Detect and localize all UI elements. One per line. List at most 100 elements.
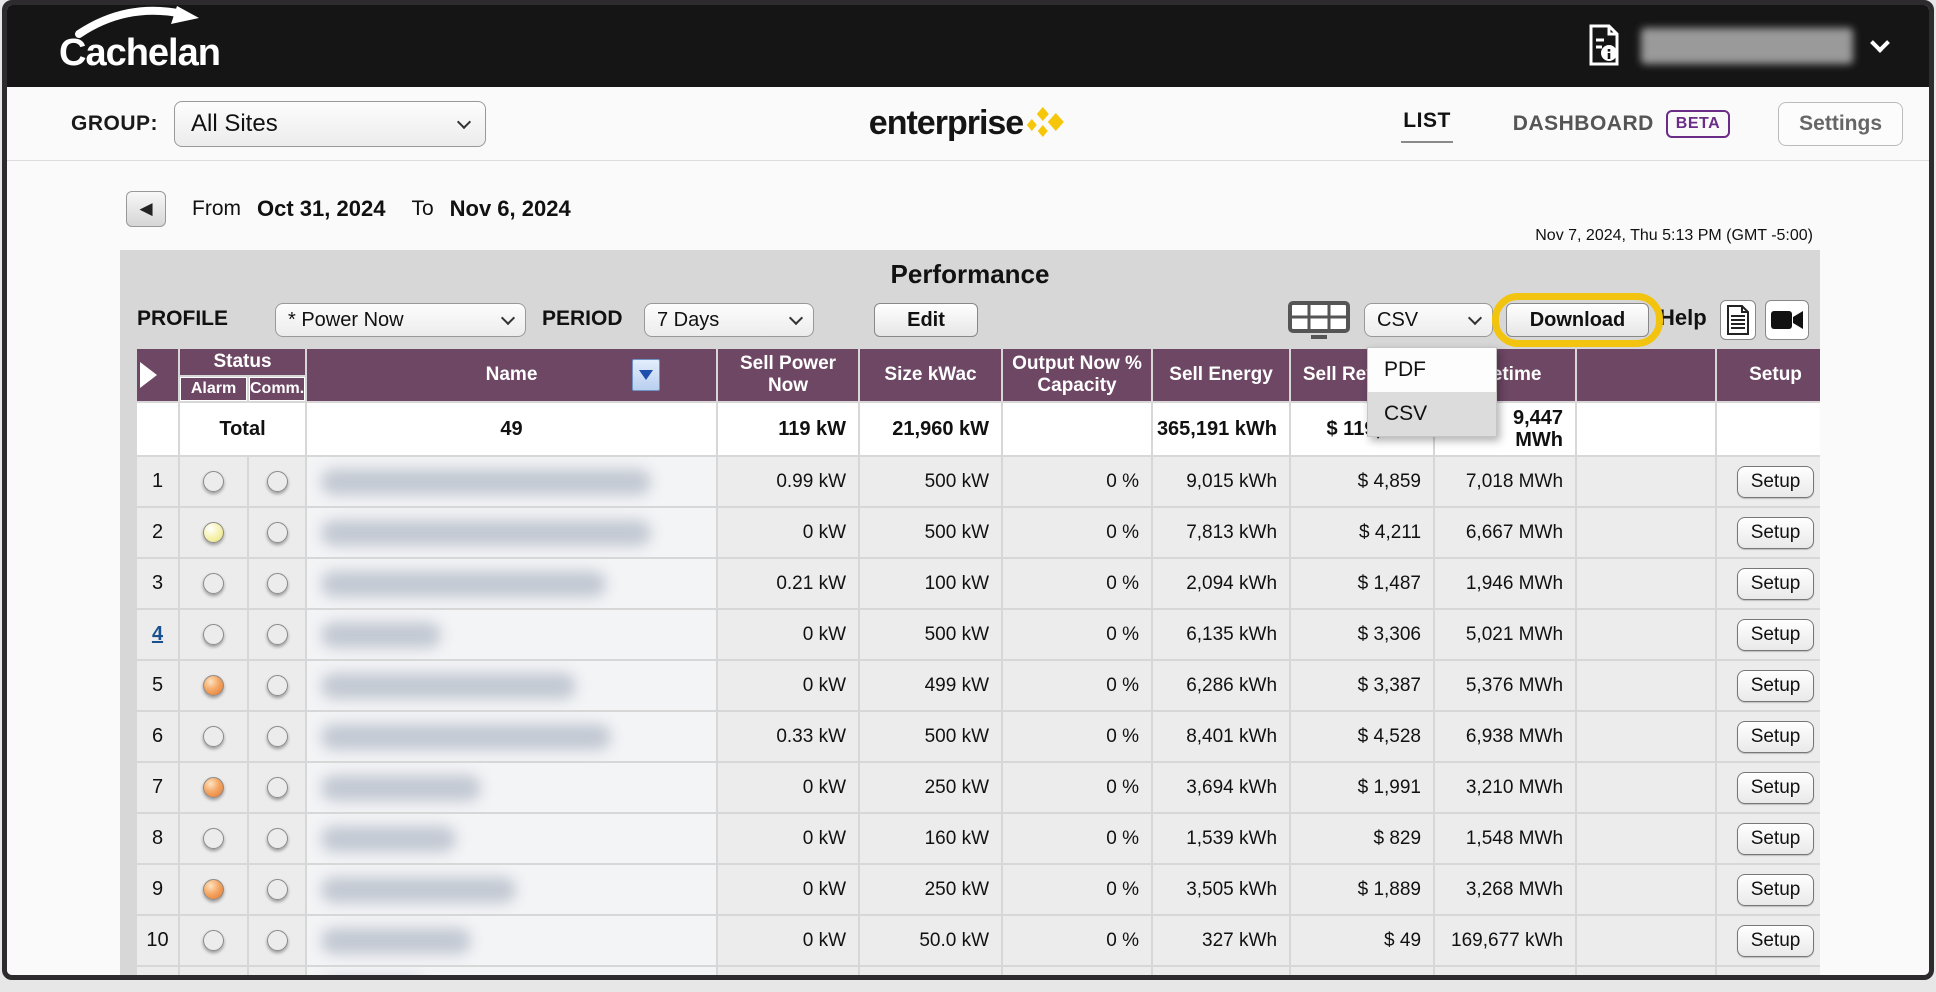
setup-button[interactable]: Setup xyxy=(1737,568,1815,600)
setup-button[interactable]: Setup xyxy=(1737,670,1815,702)
sell-power-now-value: 0 kW xyxy=(718,814,858,863)
output-now-value: 0 % xyxy=(1003,559,1151,608)
output-now-value: 0 % xyxy=(1003,712,1151,761)
sell-power-now-value: 0.99 kW xyxy=(718,457,858,506)
profile-select[interactable]: * Power Now xyxy=(275,303,526,337)
site-name-blurred[interactable] xyxy=(307,865,716,914)
status-header: Status xyxy=(180,349,305,375)
tab-list[interactable]: LIST xyxy=(1401,105,1453,143)
sell-energy-value: 7,813 kWh xyxy=(1153,508,1289,557)
blank-header xyxy=(1577,349,1715,401)
account-chevron-down-icon[interactable] xyxy=(1870,33,1890,53)
site-number-text: 7 xyxy=(152,776,163,798)
site-number: 8 xyxy=(137,814,178,863)
settings-button[interactable]: Settings xyxy=(1778,102,1903,146)
site-row: 80 kW160 kW0 %1,539 kWh$ 8291,548 MWhSet… xyxy=(137,814,1820,863)
menu-item-pdf[interactable]: PDF xyxy=(1368,348,1496,392)
comm-status-dot-green xyxy=(267,726,288,747)
site-name-blurred[interactable] xyxy=(307,661,716,710)
setup-button[interactable]: Setup xyxy=(1737,874,1815,906)
previous-period-button[interactable]: ◀ xyxy=(126,191,166,227)
setup-button[interactable]: Setup xyxy=(1737,517,1815,549)
comm-status-cell xyxy=(249,661,305,710)
empty-cell xyxy=(1577,508,1715,557)
site-name-blurred[interactable] xyxy=(307,457,716,506)
menu-item-csv[interactable]: CSV xyxy=(1368,392,1496,436)
chevron-down-icon xyxy=(789,311,803,325)
performance-panel: Performance PROFILE * Power Now PERIOD 7… xyxy=(120,250,1820,977)
download-button[interactable]: Download xyxy=(1506,303,1649,337)
setup-button[interactable]: Setup xyxy=(1737,721,1815,753)
sell-energy-value: 8,401 kWh xyxy=(1153,712,1289,761)
setup-cell: Setup xyxy=(1717,610,1820,659)
output-now-header: Output Now % Capacity xyxy=(1003,349,1151,401)
video-camera-icon xyxy=(1771,309,1803,331)
site-name-blurred[interactable] xyxy=(307,763,716,812)
name-header[interactable]: Name xyxy=(307,349,716,401)
sell-revenue-value: $ 4,211 xyxy=(1291,508,1433,557)
sell-power-now-value: 0 kW xyxy=(718,508,858,557)
setup-button[interactable]: Setup xyxy=(1737,925,1815,957)
alarm-status-cell xyxy=(180,661,247,710)
comm-status-cell xyxy=(249,457,305,506)
site-number-text: 1 xyxy=(152,470,163,492)
site-number: 9 xyxy=(137,865,178,914)
setup-button[interactable]: Setup xyxy=(1737,466,1815,498)
site-number: 1 xyxy=(137,457,178,506)
sell-power-now-value: 0 kW xyxy=(718,967,858,977)
period-select[interactable]: 7 Days xyxy=(644,303,814,337)
account-name-blurred[interactable] xyxy=(1641,28,1853,64)
setup-button[interactable]: Setup xyxy=(1737,976,1815,978)
site-number-link[interactable]: 4 xyxy=(137,610,178,659)
help-document-button[interactable] xyxy=(1720,300,1756,340)
site-row: 60.33 kW500 kW0 %8,401 kWh$ 4,5286,938 M… xyxy=(137,712,1820,761)
sell-revenue-value: $ 3,306 xyxy=(1291,610,1433,659)
site-name-blurred[interactable] xyxy=(307,814,716,863)
sell-energy-value: 1,931 kWh xyxy=(1153,967,1289,977)
site-number-text: 5 xyxy=(152,674,163,696)
product-name: enterprise xyxy=(869,104,1023,143)
main-content: ◀ From Oct 31, 2024 To Nov 6, 2024 Nov 7… xyxy=(7,161,1929,977)
blurred-name-text xyxy=(321,622,441,648)
edit-button[interactable]: Edit xyxy=(874,303,978,337)
site-name-blurred[interactable] xyxy=(307,712,716,761)
setup-header: Setup xyxy=(1717,349,1820,401)
help-video-button[interactable] xyxy=(1765,300,1809,340)
table-view-icon[interactable] xyxy=(1284,300,1354,340)
setup-cell: Setup xyxy=(1717,865,1820,914)
comm-status-cell xyxy=(249,763,305,812)
site-name-blurred[interactable] xyxy=(307,916,716,965)
comm-status-dot-green xyxy=(267,573,288,594)
lifetime-value: 1,946 MWh xyxy=(1435,559,1575,608)
setup-button[interactable]: Setup xyxy=(1737,619,1815,651)
setup-button[interactable]: Setup xyxy=(1737,772,1815,804)
blurred-name-text xyxy=(321,826,456,852)
sort-dropdown-icon[interactable] xyxy=(632,359,660,391)
chevron-down-icon xyxy=(1468,311,1482,325)
total-row: Total 49 119 kW 21,960 kW 365,191 kWh $ … xyxy=(137,403,1820,455)
empty-cell xyxy=(1577,865,1715,914)
comm-status-cell xyxy=(249,967,305,977)
site-name-blurred[interactable] xyxy=(307,967,716,977)
site-row: 100 kW50.0 kW0 %327 kWh$ 49169,677 kWhSe… xyxy=(137,916,1820,965)
tab-dashboard[interactable]: DASHBOARD xyxy=(1513,112,1654,136)
setup-button[interactable]: Setup xyxy=(1737,823,1815,855)
size-kwac-value: 500 kW xyxy=(860,508,1001,557)
group-select[interactable]: All Sites xyxy=(174,101,486,147)
logo-swoosh-icon xyxy=(65,4,225,38)
sell-energy-header: Sell Energy xyxy=(1153,349,1289,401)
nav-bar: GROUP: All Sites enterprise LIST DASHBOA… xyxy=(7,87,1929,161)
site-name-blurred[interactable] xyxy=(307,559,716,608)
empty-cell xyxy=(1577,967,1715,977)
size-kwac-value: 500 kW xyxy=(860,457,1001,506)
site-name-blurred[interactable] xyxy=(307,610,716,659)
output-now-value: 0 % xyxy=(1003,814,1151,863)
cachelan-logo[interactable]: Cachelan xyxy=(59,20,220,72)
site-name-blurred[interactable] xyxy=(307,508,716,557)
report-info-icon[interactable] xyxy=(1587,24,1621,68)
sell-energy-value: 1,539 kWh xyxy=(1153,814,1289,863)
blurred-name-text xyxy=(321,724,611,750)
export-format-select[interactable]: CSV xyxy=(1364,303,1493,337)
empty-cell xyxy=(137,403,178,455)
site-number-text[interactable]: 4 xyxy=(152,623,163,645)
